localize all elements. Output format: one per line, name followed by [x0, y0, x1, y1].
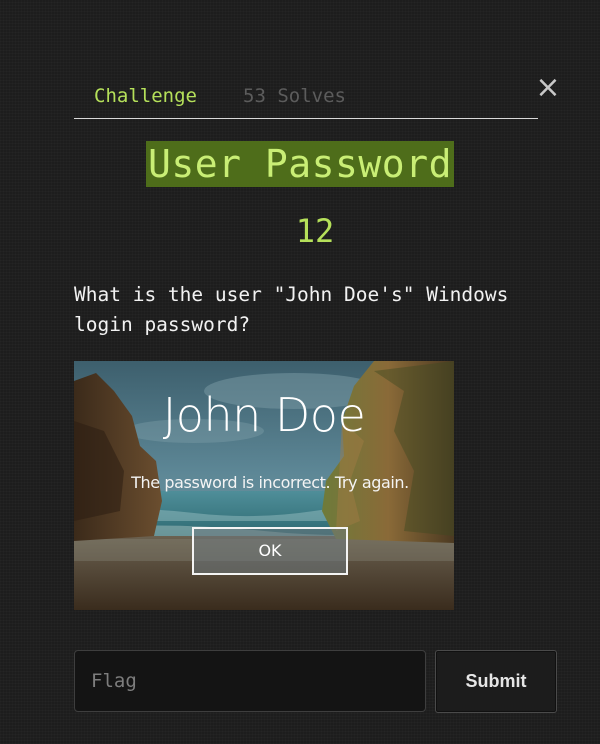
challenge-points: 12 [295, 212, 335, 250]
login-username: John Doe [162, 388, 366, 442]
tab-challenge[interactable]: Challenge [94, 84, 197, 108]
login-ok-button: OK [192, 527, 348, 575]
flag-input[interactable] [74, 650, 426, 712]
login-error-message: The password is incorrect. Try again. [131, 473, 409, 492]
tab-bar: Challenge 53 Solves [74, 78, 538, 119]
submit-button[interactable]: Submit [435, 650, 557, 713]
close-button[interactable]: × [534, 72, 562, 104]
challenge-description: What is the user "John Doe's" Windows lo… [74, 283, 509, 336]
challenge-header: User Password [0, 141, 600, 187]
login-screenshot-image: John Doe The password is incorrect. Try … [74, 361, 454, 610]
tab-solves[interactable]: 53 Solves [243, 84, 346, 108]
challenge-title: User Password [146, 141, 454, 187]
